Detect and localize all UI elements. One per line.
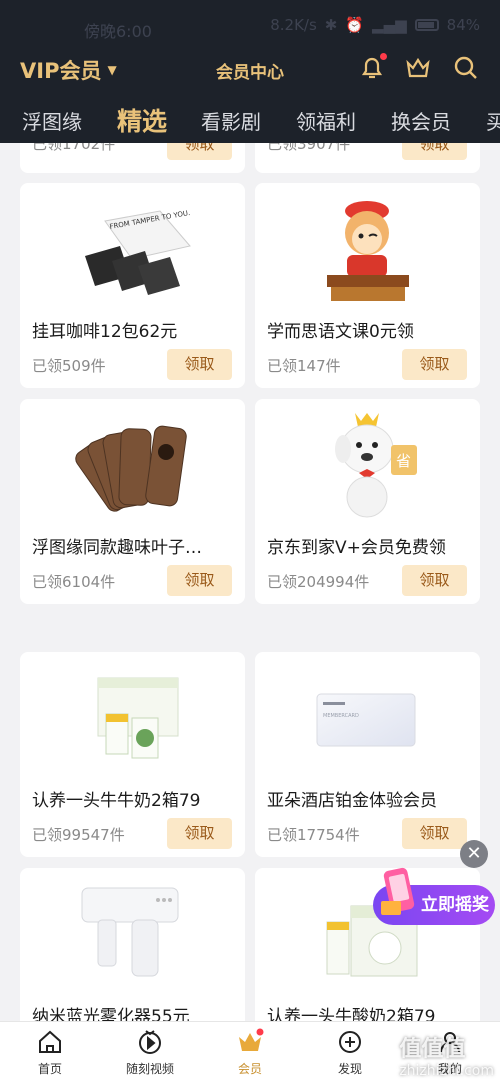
bottom-nav: 首页 随刻视频 会员 发现 我的 值值值 zhizhizhi.com [0, 1021, 500, 1083]
nav-label: 首页 [37, 1062, 62, 1076]
status-time: 傍晚6:00 [84, 22, 152, 41]
benefit-card[interactable]: 已领3907件 领取 [255, 143, 480, 173]
claimed-count: 已领204994件 [267, 573, 370, 591]
nav-label: 发现 [337, 1062, 362, 1076]
claim-button[interactable]: 领取 [167, 349, 232, 380]
sprayer-image [20, 876, 245, 996]
claimed-count: 已领509件 [32, 357, 106, 375]
benefit-card[interactable]: 已领1702件 领取 [20, 143, 245, 173]
battery-level: 84% [446, 16, 480, 34]
milk-box-image [20, 660, 245, 780]
header-row: VIP会员 ▼ 会员中心 [0, 50, 500, 88]
card-title: 认养一头牛酸奶2箱79 [267, 1007, 436, 1021]
benefit-card[interactable]: 纳米蓝光雾化器55元 [20, 868, 245, 1021]
monkey-mascot-image [255, 191, 480, 311]
benefit-card[interactable]: FROM TAMPER TO YOU. 挂耳咖啡12包62元 已领509件 领取 [20, 183, 245, 388]
nav-video[interactable]: 随刻视频 [110, 1028, 190, 1077]
battery-icon [414, 19, 439, 31]
card-title: 浮图缘同款趣味叶子… [32, 538, 202, 558]
tab-buy[interactable]: 买 [486, 106, 500, 135]
tab-selected[interactable]: 精选 [117, 102, 167, 138]
search-icon[interactable] [452, 54, 480, 82]
signal-icon: ▂▄▆ [372, 16, 407, 34]
claim-button[interactable]: 领取 [167, 565, 232, 596]
claim-button[interactable]: 领取 [167, 143, 232, 160]
card-title: 亚朵酒店铂金体验会员 [267, 791, 437, 811]
claimed-count: 已领17754件 [267, 826, 360, 844]
member-card-image: MEMBERCARD [255, 660, 480, 780]
lottery-label: 立即摇奖 [421, 895, 489, 915]
status-right: 8.2K/s ✱ ⏰ ▂▄▆ 84% [270, 16, 480, 34]
notification-dot [380, 53, 387, 60]
watermark-main: 值值值 [399, 1037, 466, 1062]
leaf-bookmark-image [20, 407, 245, 527]
tab-exchange[interactable]: 换会员 [391, 106, 451, 135]
nav-home[interactable]: 首页 [10, 1028, 90, 1077]
network-speed: 8.2K/s [270, 16, 317, 34]
card-brand-text: MEMBERCARD [323, 713, 359, 719]
crown-icon [239, 1028, 264, 1051]
claimed-count: 已领99547件 [32, 826, 125, 844]
nav-label: 随刻视频 [125, 1062, 174, 1076]
claim-button[interactable]: 领取 [167, 818, 232, 849]
play-icon [139, 1030, 161, 1054]
save-badge-text: 省 [396, 452, 411, 470]
nav-discover[interactable]: 发现 [310, 1028, 390, 1077]
watermark-sub: zhizhizhi.com [399, 1063, 494, 1079]
bluetooth-icon: ✱ [324, 16, 338, 34]
nav-label: 会员 [237, 1062, 262, 1076]
claimed-count: 已领6104件 [32, 573, 116, 591]
card-title: 京东到家V+会员免费领 [267, 538, 446, 558]
claim-button[interactable]: 领取 [402, 143, 467, 160]
claim-button[interactable]: 领取 [402, 565, 467, 596]
jd-mascot-image: 省 [255, 407, 480, 527]
card-title: 认养一头牛牛奶2箱79 [32, 791, 201, 811]
claim-button[interactable]: 领取 [402, 818, 467, 849]
home-icon [39, 1030, 61, 1053]
lottery-button[interactable]: 立即摇奖 [373, 867, 495, 925]
tab-futuyuan[interactable]: 浮图缘 [22, 106, 82, 135]
tab-benefits[interactable]: 领福利 [296, 106, 356, 135]
claimed-count: 已领3907件 [267, 143, 351, 153]
site-watermark: 值值值 zhizhizhi.com [399, 1031, 494, 1079]
close-float-button[interactable]: ✕ [460, 840, 488, 868]
plus-circle-icon [339, 1031, 361, 1053]
tab-shows[interactable]: 看影剧 [201, 106, 261, 135]
card-title: 挂耳咖啡12包62元 [32, 322, 178, 342]
phone-gift-icon [381, 867, 415, 915]
benefit-card[interactable]: 学而思语文课0元领 已领147件 领取 [255, 183, 480, 388]
nav-vip[interactable]: 会员 [210, 1028, 290, 1077]
card-title: 纳米蓝光雾化器55元 [32, 1007, 190, 1021]
coffee-product-image: FROM TAMPER TO YOU. [20, 191, 245, 311]
status-bar: 傍晚6:00 8.2K/s ✱ ⏰ ▂▄▆ 84% [0, 0, 500, 50]
bell-icon[interactable] [358, 53, 387, 82]
crown-icon[interactable] [404, 54, 432, 82]
benefit-card[interactable]: 认养一头牛牛奶2箱79 已领99547件 领取 [20, 652, 245, 857]
claim-button[interactable]: 领取 [402, 349, 467, 380]
top-header: 傍晚6:00 8.2K/s ✱ ⏰ ▂▄▆ 84% VIP会员 ▼ 会员中心 浮… [0, 0, 500, 143]
category-tabs: 浮图缘 精选 看影剧 领福利 换会员 买 [0, 96, 500, 142]
claimed-count: 已领147件 [267, 357, 341, 375]
alarm-icon: ⏰ [345, 16, 365, 34]
benefit-card[interactable]: 省 京东到家V+会员免费领 已领204994件 领取 [255, 399, 480, 604]
claimed-count: 已领1702件 [32, 143, 116, 153]
benefit-card[interactable]: MEMBERCARD 亚朵酒店铂金体验会员 已领17754件 领取 [255, 652, 480, 857]
benefit-card[interactable]: 浮图缘同款趣味叶子… 已领6104件 领取 [20, 399, 245, 604]
card-title: 学而思语文课0元领 [267, 322, 414, 342]
